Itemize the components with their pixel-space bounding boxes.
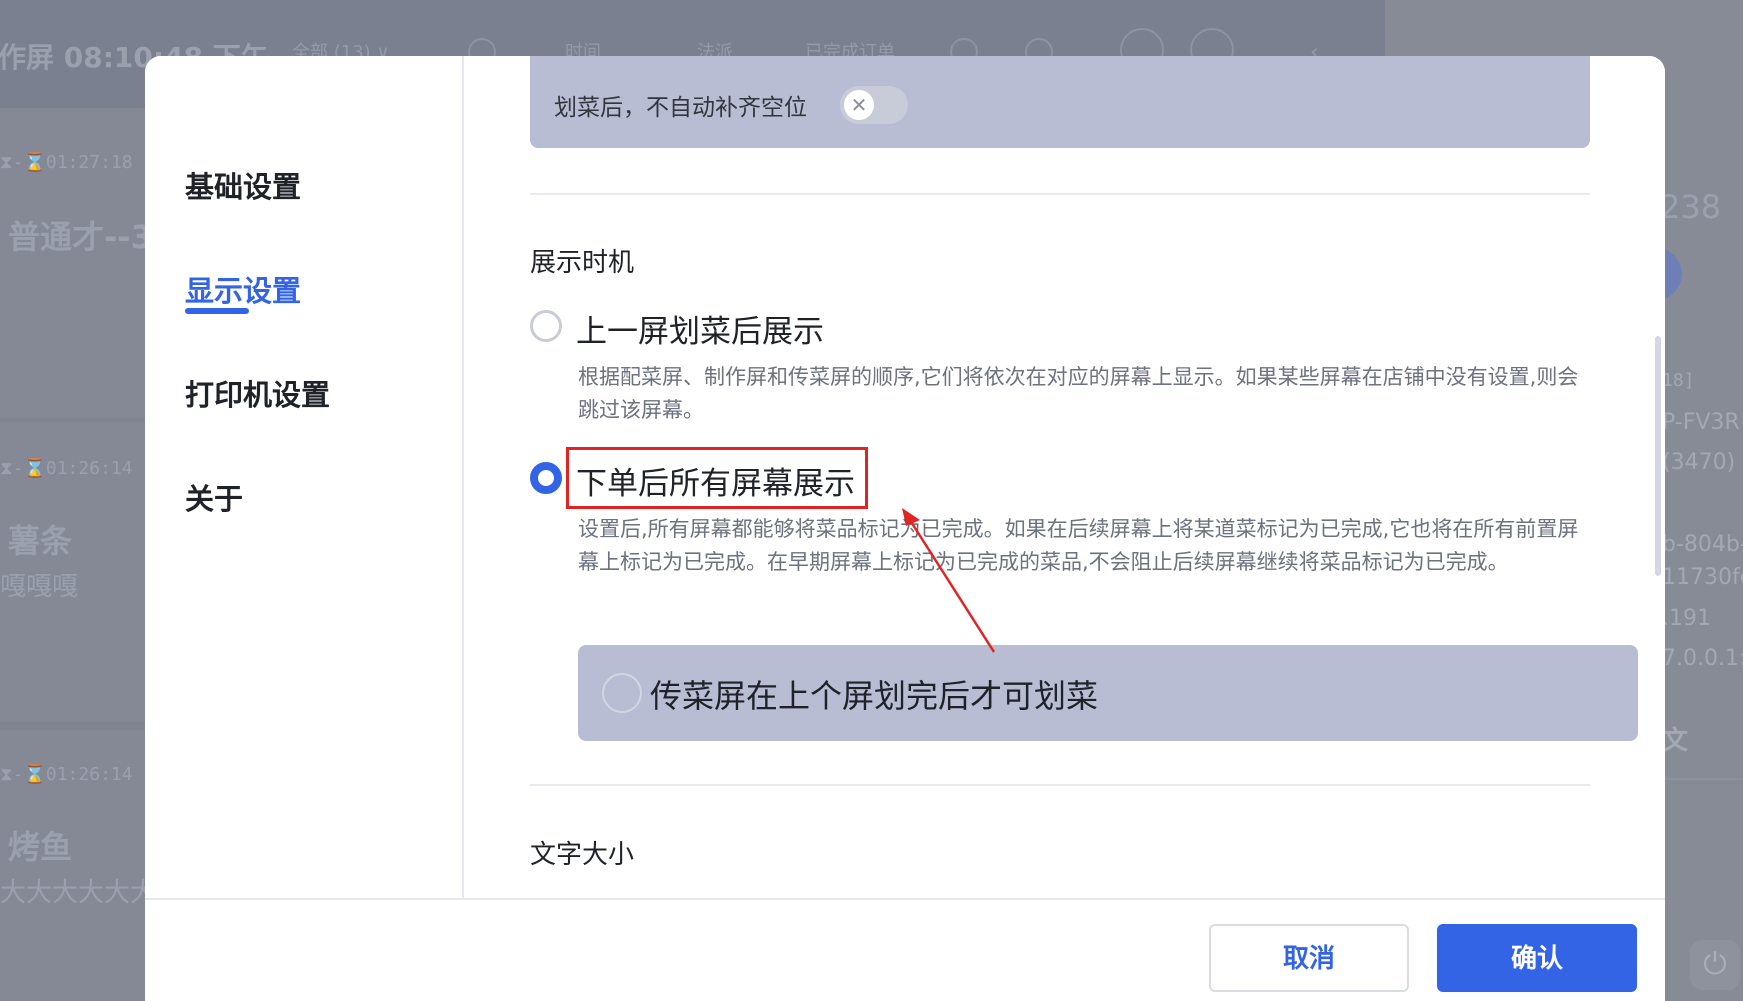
power-icon: ⏻ <box>1690 940 1740 990</box>
active-nav-indicator <box>185 308 249 314</box>
order-timer: ⧗-⌛01:27:18 <box>0 152 133 173</box>
nav-item-display-settings[interactable]: 显示设置 <box>185 268 301 310</box>
settings-nav: 基础设置 显示设置 打印机设置 关于 <box>145 56 464 898</box>
settings-content: 划菜后，不自动补齐空位 ✕ 展示时机 上一屏划菜后展示 根据配菜屏、制作屏和传菜… <box>466 56 1665 898</box>
background-info-line: 7.0.0.1:8 <box>1662 646 1743 671</box>
confirm-button[interactable]: 确认 <box>1437 924 1637 992</box>
order-title: 普通才--3 <box>8 218 153 256</box>
order-subtitle: 嘎嘎嘎 <box>0 572 79 602</box>
background-order-card: ⧗-⌛01:26:14 薯条 嘎嘎嘎 <box>0 422 148 722</box>
settings-dialog: 基础设置 显示设置 打印机设置 关于 划菜后，不自动补齐空位 ✕ 展示时机 上一… <box>145 56 1665 1001</box>
order-timer: ⧗-⌛01:26:14 <box>0 764 133 785</box>
background-info-line: b-804b- <box>1662 532 1743 557</box>
background-info-line: .191 <box>1662 606 1711 631</box>
divider <box>1660 778 1743 780</box>
nav-item-about[interactable]: 关于 <box>185 476 243 518</box>
background-order-card: ⧗-⌛01:27:18 普通才--3 <box>0 108 153 418</box>
background-order-card: ⧗-⌛01:26:14 烤鱼 大大大大大大 <box>0 730 156 1001</box>
nav-item-printer-settings[interactable]: 打印机设置 <box>185 372 330 414</box>
order-subtitle: 大大大大大大 <box>0 878 157 908</box>
background-info-line: 11730fc <box>1662 565 1743 590</box>
nav-item-basic-settings[interactable]: 基础设置 <box>185 164 301 206</box>
background-info-line: 18] <box>1662 370 1695 391</box>
dialog-footer: 取消 确认 <box>145 898 1665 1001</box>
order-title: 烤鱼 <box>8 828 73 866</box>
cancel-button[interactable]: 取消 <box>1209 924 1409 992</box>
background-info-line: 文 <box>1662 726 1689 756</box>
annotation-arrow <box>902 508 996 653</box>
order-timer: ⧗-⌛01:26:14 <box>0 458 133 479</box>
background-number: 238 <box>1660 188 1722 226</box>
scrollbar[interactable] <box>1655 336 1661 576</box>
background-info-line: (3470) <box>1662 450 1736 475</box>
background-info-line: P-FV3R <box>1662 410 1740 435</box>
order-title: 薯条 <box>8 522 73 560</box>
